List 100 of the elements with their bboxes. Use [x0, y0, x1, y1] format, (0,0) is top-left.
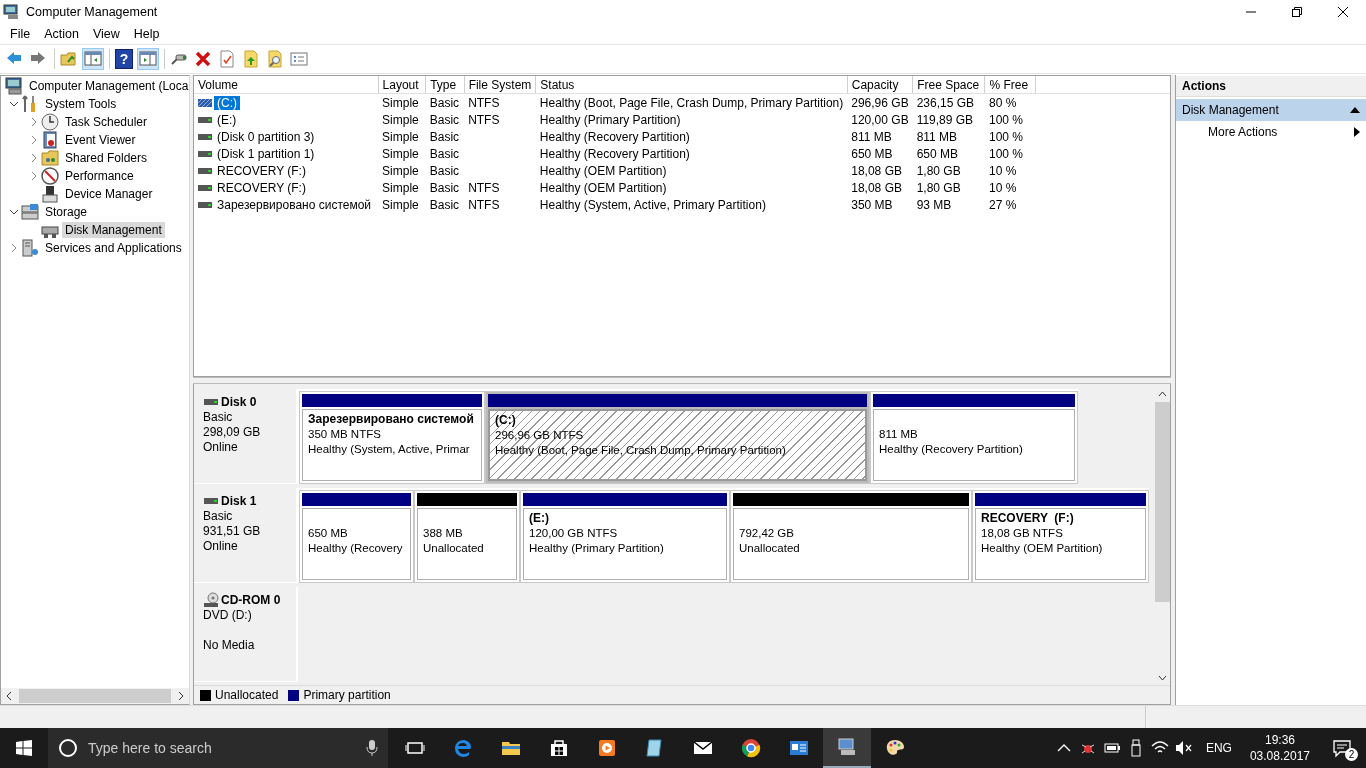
checklist-icon: [218, 50, 236, 68]
actions-section-header[interactable]: Disk Management: [1176, 99, 1366, 121]
table-cell: 18,08 GB: [851, 180, 902, 195]
table-cell: 100 %: [988, 112, 1023, 127]
panel-toggle-icon: [139, 50, 157, 68]
play-icon: [597, 738, 617, 758]
partition-status: Unallocated: [739, 541, 801, 556]
table-cell[interactable]: (C:): [214, 95, 240, 110]
table-cell: 80 %: [988, 95, 1017, 110]
menu-item[interactable]: Action: [37, 26, 86, 41]
table-cell: Simple: [382, 146, 419, 161]
partition-box[interactable]: Зарезервировано системой 350 MB NTFS Healthy (System, Active, Primar: [299, 391, 485, 484]
collapse-triangle-icon[interactable]: [1350, 106, 1360, 114]
column-header[interactable]: Capacity: [847, 76, 913, 94]
tree-item[interactable]: Disk Management: [62, 222, 165, 238]
partition-size: 811 MB: [879, 427, 919, 442]
drive-icon: [198, 115, 212, 124]
table-cell[interactable]: (E:): [214, 112, 240, 127]
menu-item[interactable]: File: [3, 26, 38, 41]
partition-box[interactable]: 650 MB Healthy (Recovery: [299, 490, 414, 583]
search-placeholder: Type here to search: [88, 740, 213, 756]
tree-item[interactable]: Shared Folders: [62, 150, 151, 166]
column-header[interactable]: Free Space: [912, 76, 985, 94]
chevron-right-icon[interactable]: [29, 153, 39, 163]
gauge-icon: [41, 167, 59, 185]
column-header[interactable]: % Free: [984, 76, 1036, 94]
column-header[interactable]: Status: [535, 76, 848, 94]
column-header[interactable]: Layout: [378, 76, 426, 94]
partition-box[interactable]: (C:) 296,96 GB NTFS Healthy (Boot, Page File, Crash Dump, Primary Partition): [485, 391, 870, 484]
search-icon: [266, 50, 284, 68]
disk-type: Basic: [203, 410, 234, 425]
device-icon: [41, 185, 59, 203]
chevron-down-icon[interactable]: [9, 207, 19, 217]
round-logo-icon: [741, 738, 761, 758]
partition-box[interactable]: RECOVERY (F:) 18,08 GB NTFS Healthy (OEM Partition): [972, 490, 1149, 583]
table-cell[interactable]: RECOVERY (F:): [214, 180, 309, 195]
tree-item[interactable]: System Tools: [42, 96, 120, 112]
column-header[interactable]: Volume: [194, 76, 379, 94]
drive-icon: [203, 496, 219, 506]
tree-item[interactable]: Services and Applications: [42, 240, 185, 256]
clock[interactable]: 19:36 03.08.2017: [1241, 732, 1318, 764]
chevron-right-icon[interactable]: [29, 135, 39, 145]
partition-label: Зарезервировано системой: [308, 412, 475, 427]
clock-date: 03.08.2017: [1249, 748, 1310, 764]
search-field[interactable]: Type here to search: [48, 728, 388, 768]
tree-item[interactable]: Task Scheduler: [62, 114, 151, 130]
disk-name: Disk 1: [221, 494, 257, 508]
scrollbar-thumb[interactable]: [1155, 402, 1170, 602]
horizontal-scrollbar[interactable]: [1, 688, 189, 704]
column-header[interactable]: Type: [425, 76, 465, 94]
section-title: Disk Management: [1182, 103, 1279, 117]
table-cell: 236,15 GB: [916, 95, 974, 110]
partition-label: (C:): [495, 413, 517, 428]
monitor-icon: [837, 737, 857, 757]
windows-logo-icon: [16, 740, 32, 756]
table-cell: 120,00 GB: [851, 112, 909, 127]
partition-box[interactable]: 388 MB Unallocated: [414, 490, 520, 583]
actions-header: Actions: [1176, 76, 1366, 97]
chevron-right-icon[interactable]: [29, 117, 39, 127]
partition-box[interactable]: 792,42 GB Unallocated: [730, 490, 972, 583]
column-header[interactable]: File System: [464, 76, 536, 94]
toolbar-button[interactable]: [137, 48, 159, 70]
table-cell[interactable]: (Disk 0 partition 3): [214, 129, 318, 144]
table-cell: Simple: [382, 129, 419, 144]
table-cell: Simple: [382, 163, 419, 178]
scrollbar-thumb[interactable]: [19, 689, 171, 703]
language-indicator[interactable]: ENG: [1195, 741, 1242, 755]
disk-name: Disk 0: [221, 395, 257, 409]
chevron-down-icon[interactable]: [9, 99, 19, 109]
table-cell: Healthy (Recovery Partition): [539, 146, 690, 161]
notification-button[interactable]: 2: [1318, 728, 1366, 768]
table-cell[interactable]: Зарезервировано системой: [214, 197, 375, 212]
table-cell: 1,80 GB: [916, 163, 961, 178]
table-cell: Basic: [429, 129, 460, 144]
tree-item[interactable]: Device Manager: [62, 186, 156, 202]
panel-toggle-icon: [84, 50, 102, 68]
action-item[interactable]: More Actions: [1176, 121, 1366, 143]
tree-item[interactable]: Performance: [62, 168, 137, 184]
table-cell: Basic: [429, 146, 460, 161]
disk-type: Basic: [203, 509, 234, 524]
taskbar-app[interactable]: [823, 728, 871, 768]
partition-box[interactable]: (E:) 120,00 GB NTFS Healthy (Primary Partition): [520, 490, 730, 583]
menu-item[interactable]: View: [85, 26, 127, 41]
chevron-right-icon[interactable]: [29, 171, 39, 181]
table-cell[interactable]: RECOVERY (F:): [214, 163, 309, 178]
list-icon: [290, 50, 308, 68]
table-cell: Basic: [429, 197, 460, 212]
table-cell: NTFS: [468, 95, 500, 110]
menu-item[interactable]: Help: [126, 26, 167, 41]
tree-item[interactable]: Storage: [42, 204, 91, 220]
microphone-icon[interactable]: [366, 739, 378, 757]
toolbar-button[interactable]: ?: [113, 48, 135, 70]
partition-status: Unallocated: [423, 541, 485, 556]
table-cell: Healthy (Primary Partition): [539, 112, 681, 127]
tree-item[interactable]: Event Viewer: [62, 132, 139, 148]
chevron-right-icon[interactable]: [9, 243, 19, 253]
partition-box[interactable]: 811 MB Healthy (Recovery Partition): [870, 391, 1078, 484]
table-cell: Simple: [382, 197, 419, 212]
toolbar-button[interactable]: [82, 48, 104, 70]
table-cell[interactable]: (Disk 1 partition 1): [214, 146, 318, 161]
